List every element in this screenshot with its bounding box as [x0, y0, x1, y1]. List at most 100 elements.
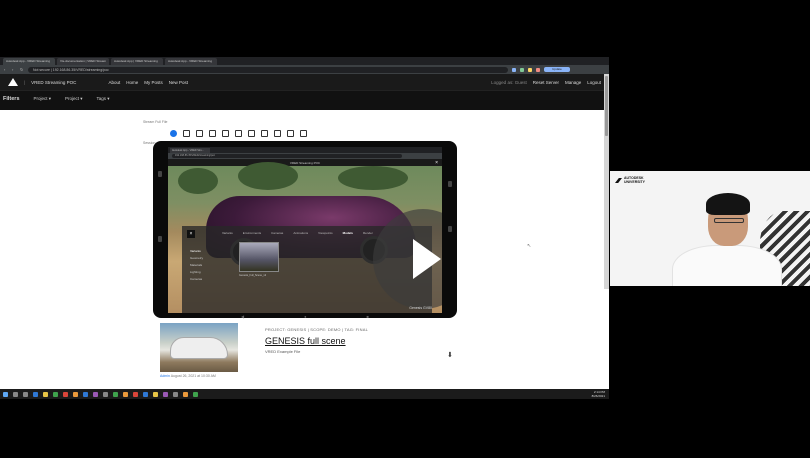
extension-icon[interactable]	[512, 67, 516, 72]
tree-background	[338, 166, 408, 190]
au-logo-line2: UNIVERSITY	[624, 179, 646, 184]
app-icon[interactable]	[153, 391, 158, 397]
filter-bar: Filters Project ▾ Project ▾ Tags ▾	[0, 90, 609, 110]
extension-icon[interactable]	[520, 67, 524, 72]
render-watermark: Genesis GV80	[409, 306, 432, 310]
system-tray-clock[interactable]: 2:14 PM 8/26/2021	[592, 390, 609, 398]
app-icon[interactable]	[143, 391, 148, 397]
back-icon[interactable]: ‹	[4, 67, 8, 72]
app-header: | VRED Streaming POC About Home My Posts…	[0, 74, 609, 90]
search-icon[interactable]	[13, 391, 18, 397]
app-icon[interactable]	[133, 391, 138, 397]
reload-icon[interactable]: ↻	[20, 67, 24, 72]
browser-tab[interactable]: Autodesk App | VRED Streaming	[111, 58, 163, 65]
reset-server-link[interactable]: Reset Server	[533, 80, 559, 85]
camera-icon[interactable]	[196, 130, 203, 137]
tags-filter-dropdown[interactable]: Tags ▾	[97, 96, 110, 102]
panel-tab-active[interactable]: Models	[343, 231, 353, 235]
scene-icon[interactable]	[209, 130, 216, 137]
panel-list-item[interactable]: Lighting	[190, 269, 203, 276]
app-icon[interactable]	[123, 391, 128, 397]
app-brand[interactable]: VRED Streaming POC	[31, 80, 76, 85]
panel-tab[interactable]: Viewpoints	[318, 231, 332, 235]
browser-tab[interactable]: Autodesk App - VRED Streaming	[165, 58, 217, 65]
target-icon[interactable]	[274, 130, 281, 137]
tablet-icon[interactable]	[261, 130, 268, 137]
app-icon[interactable]	[173, 391, 178, 397]
task-view-icon[interactable]	[23, 391, 28, 397]
panel-list-item[interactable]: Cameras	[190, 276, 203, 283]
windows-start-icon[interactable]	[3, 391, 8, 397]
paint-icon[interactable]	[222, 130, 229, 137]
app-icon[interactable]	[163, 391, 168, 397]
scrollbar[interactable]	[604, 74, 609, 289]
tablet-browser-tab[interactable]: Autodesk App - VRED Stre...	[170, 148, 210, 153]
nav-my-posts[interactable]: My Posts	[144, 80, 163, 85]
mouse-cursor-icon: ↖	[527, 243, 532, 249]
extension-icon[interactable]	[528, 67, 532, 72]
app-icon[interactable]	[193, 391, 198, 397]
scope-filter-dropdown[interactable]: Project ▾	[65, 96, 83, 102]
autodesk-logo-icon[interactable]	[8, 78, 18, 86]
panel-close-button[interactable]: ×	[187, 230, 195, 238]
filters-title: Filters	[3, 96, 20, 102]
tablet-back-icon[interactable]: ◀	[241, 314, 244, 319]
tablet-address-bar[interactable]: 192.168.86.35/VRED/streaming/poc	[172, 154, 402, 158]
panel-list-item[interactable]: Materials	[190, 262, 203, 269]
explorer-icon[interactable]	[43, 391, 48, 397]
app-icon[interactable]	[183, 391, 188, 397]
app-icon[interactable]	[73, 391, 78, 397]
document-icon[interactable]	[248, 130, 255, 137]
nav-new-post[interactable]: New Post	[169, 80, 188, 85]
browser-tab[interactable]: Vis-documentation | VRED Stream	[57, 58, 109, 65]
vred-render-view[interactable]: × Variants Environments Cameras Animatio…	[168, 162, 442, 313]
presenter-body	[672, 245, 782, 286]
app-icon[interactable]	[83, 391, 88, 397]
manage-link[interactable]: Manage	[565, 80, 581, 85]
forward-icon[interactable]: ›	[12, 67, 16, 72]
panel-tab[interactable]: Animations	[293, 231, 308, 235]
post-thumbnail[interactable]	[160, 323, 238, 372]
app-icon[interactable]	[103, 391, 108, 397]
app-icon[interactable]	[113, 391, 118, 397]
app-icon[interactable]	[63, 391, 68, 397]
chrome-icon[interactable]	[53, 391, 58, 397]
nav-home[interactable]: Home	[126, 80, 138, 85]
panel-tab[interactable]: Variants	[222, 231, 233, 235]
panel-tab[interactable]: Environments	[243, 231, 261, 235]
update-button[interactable]: Update	[544, 67, 570, 72]
post-subtitle: VRED Example File	[265, 349, 301, 354]
edge-icon[interactable]	[33, 391, 38, 397]
scrollbar-thumb[interactable]	[605, 76, 608, 136]
browser-tab[interactable]: Autodesk App - VRED Streaming	[3, 58, 55, 65]
webcam-feed: AUTODESK UNIVERSITY	[610, 171, 810, 286]
profile-icon[interactable]	[536, 67, 540, 72]
post-author-link[interactable]: Admin	[160, 374, 170, 378]
clock-date: 8/26/2021	[591, 394, 605, 398]
user-icon[interactable]	[170, 130, 177, 137]
variant-thumbnail[interactable]	[239, 242, 279, 272]
project-filter-dropdown[interactable]: Project ▾	[34, 96, 52, 102]
tablet-recents-icon[interactable]: ■	[367, 314, 369, 319]
download-icon[interactable]: ⬇	[447, 352, 454, 359]
tablet-home-icon[interactable]: ●	[304, 314, 306, 319]
address-bar[interactable]: Not secure | 192.168.86.35/VRED/streamin…	[28, 66, 508, 73]
close-icon[interactable]: ×	[435, 160, 438, 166]
headset-icon[interactable]	[287, 130, 294, 137]
post-date: August 26, 2021 at 10:30 AM	[169, 374, 216, 378]
post-title-link[interactable]: GENESIS full scene	[265, 336, 346, 346]
nav-about[interactable]: About	[108, 80, 120, 85]
fullscreen-icon[interactable]	[183, 130, 190, 137]
panel-tab[interactable]: Cameras	[271, 231, 283, 235]
logout-link[interactable]: Logout	[587, 80, 601, 85]
user-status: Logged as: Guest	[491, 79, 527, 85]
variant-thumbnail-label: Genesis_Full_Scene_v2	[239, 274, 267, 277]
panel-list-item[interactable]: Variants	[190, 248, 203, 255]
panel-list-item[interactable]: Geometry	[190, 255, 203, 262]
autodesk-university-logo-icon	[615, 178, 622, 183]
tablet-side-button	[158, 236, 162, 242]
lighting-icon[interactable]	[235, 130, 242, 137]
cart-icon[interactable]	[300, 130, 307, 137]
panel-tab[interactable]: Render	[363, 231, 373, 235]
app-icon[interactable]	[93, 391, 98, 397]
